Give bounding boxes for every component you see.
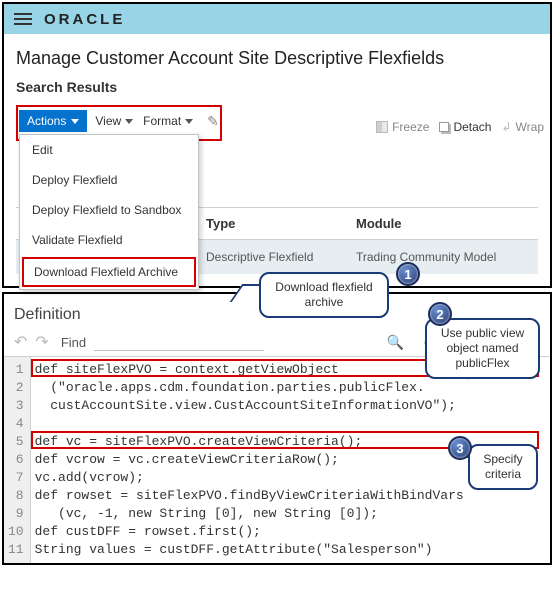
td-module: Trading Community Model xyxy=(356,250,526,264)
badge-3: 3 xyxy=(448,436,472,460)
code-line: def custDFF = rowset.first(); xyxy=(35,523,546,541)
undo-icon[interactable]: ↶ xyxy=(14,332,27,352)
badge-2: 2 xyxy=(428,302,452,326)
code-line: (vc, -1, new String [0], new String [0])… xyxy=(35,505,546,523)
wrap-icon: ↲ xyxy=(501,120,511,134)
find-label: Find xyxy=(61,335,86,350)
edit-icon[interactable]: ✎ xyxy=(207,113,219,130)
callout-publicflex: Use public view object named publicFlex xyxy=(425,318,540,379)
actions-highlight: Actions Edit Deploy Flexfield Deploy Fle… xyxy=(16,105,222,141)
format-button[interactable]: Format xyxy=(141,114,195,128)
chevron-down-icon xyxy=(185,119,193,124)
toolbar: Actions Edit Deploy Flexfield Deploy Fle… xyxy=(19,108,219,138)
search-icon[interactable]: 🔍 xyxy=(387,334,404,351)
wrap-label: Wrap xyxy=(516,120,544,134)
detach-icon xyxy=(439,122,449,132)
freeze-label: Freeze xyxy=(392,120,429,134)
brand-logo: ORACLE xyxy=(44,11,125,28)
actions-button[interactable]: Actions xyxy=(19,110,87,132)
actions-label: Actions xyxy=(27,114,66,128)
chevron-down-icon xyxy=(125,119,133,124)
chevron-down-icon xyxy=(71,119,79,124)
app-header: ORACLE xyxy=(4,4,550,34)
freeze-button[interactable]: Freeze xyxy=(376,120,429,134)
code-line: ("oracle.apps.cdm.foundation.parties.pub… xyxy=(35,379,546,397)
line-gutter: 1234567891011 xyxy=(4,357,31,563)
section-title: Search Results xyxy=(16,79,538,95)
find-input[interactable] xyxy=(94,333,264,351)
td-type: Descriptive Flexfield xyxy=(206,250,356,264)
menu-item-deploy[interactable]: Deploy Flexfield xyxy=(20,165,198,195)
menu-item-validate[interactable]: Validate Flexfield xyxy=(20,225,198,255)
format-label: Format xyxy=(143,114,181,128)
detach-button[interactable]: Detach xyxy=(439,120,491,134)
menu-item-download-archive[interactable]: Download Flexfield Archive xyxy=(22,257,196,287)
code-line: custAccountSite.view.CustAccountSiteInfo… xyxy=(35,397,546,415)
callout-criteria: Specify criteria xyxy=(468,444,538,490)
callout-download: Download flexfield archive xyxy=(259,272,389,318)
view-label: View xyxy=(95,114,121,128)
actions-menu: Edit Deploy Flexfield Deploy Flexfield t… xyxy=(19,134,199,290)
menu-item-edit[interactable]: Edit xyxy=(20,135,198,165)
detach-label: Detach xyxy=(453,120,491,134)
view-button[interactable]: View xyxy=(93,114,135,128)
th-type[interactable]: Type xyxy=(196,208,346,239)
code-line: def rowset = siteFlexPVO.findByViewCrite… xyxy=(35,487,546,505)
page-title: Manage Customer Account Site Descriptive… xyxy=(16,48,538,69)
wrap-button[interactable]: ↲ Wrap xyxy=(501,120,544,134)
menu-icon[interactable] xyxy=(14,10,32,28)
code-line xyxy=(35,415,546,433)
redo-icon[interactable]: ↷ xyxy=(35,332,48,352)
menu-item-deploy-sandbox[interactable]: Deploy Flexfield to Sandbox xyxy=(20,195,198,225)
th-module[interactable]: Module xyxy=(346,208,516,239)
freeze-icon xyxy=(376,121,388,133)
badge-1: 1 xyxy=(396,262,420,286)
code-line: String values = custDFF.getAttribute("Sa… xyxy=(35,541,546,559)
